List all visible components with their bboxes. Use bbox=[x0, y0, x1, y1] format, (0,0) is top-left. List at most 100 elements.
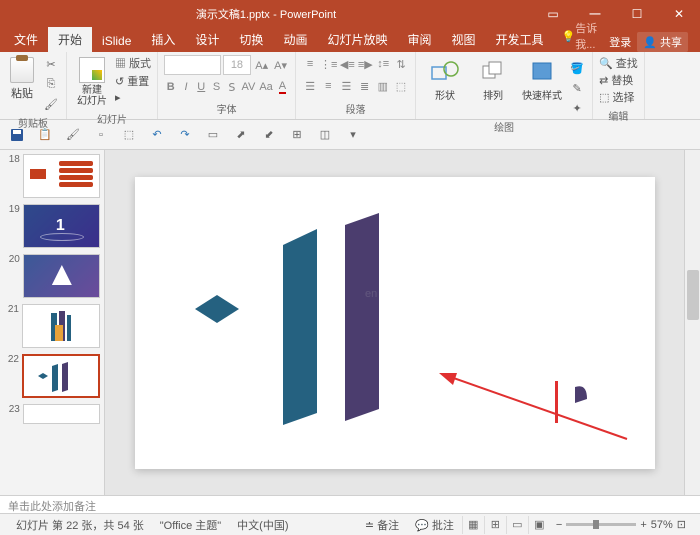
notes-pane[interactable]: 单击此处添加备注 bbox=[0, 495, 700, 513]
align-center-button[interactable]: ≡ bbox=[320, 77, 336, 95]
scrollbar-thumb[interactable] bbox=[687, 270, 699, 320]
shape-teal-bar[interactable] bbox=[283, 229, 317, 425]
shape-effects-button[interactable]: ✦ bbox=[568, 99, 586, 117]
indent-decrease-button[interactable]: ◀≡ bbox=[339, 55, 355, 73]
slide-22[interactable]: en bbox=[135, 177, 655, 469]
shapes-button[interactable]: 形状 bbox=[422, 55, 468, 117]
italic-button[interactable]: I bbox=[179, 78, 192, 96]
shape-diamond[interactable] bbox=[195, 295, 239, 323]
tab-file[interactable]: 文件 bbox=[4, 27, 48, 52]
thumbnail-20[interactable] bbox=[23, 254, 100, 298]
layout-button[interactable]: ▦ 版式 bbox=[115, 55, 151, 71]
language-indicator[interactable]: 中文(中国) bbox=[229, 517, 296, 533]
slide-counter[interactable]: 幻灯片 第 22 张，共 54 张 bbox=[8, 517, 152, 533]
sorter-view-button[interactable]: ⊞ bbox=[484, 516, 506, 534]
thumbnail-18[interactable] bbox=[23, 154, 100, 198]
tab-view[interactable]: 视图 bbox=[441, 27, 485, 52]
smartart-button[interactable]: ⬚ bbox=[393, 77, 409, 95]
reset-button[interactable]: ↺ 重置 bbox=[115, 73, 151, 89]
columns-button[interactable]: ▥ bbox=[375, 77, 391, 95]
char-spacing-button[interactable]: AV bbox=[240, 78, 256, 96]
tab-insert[interactable]: 插入 bbox=[141, 27, 185, 52]
align-qat-button[interactable]: ⊞ bbox=[288, 126, 306, 144]
quick-styles-button[interactable]: 快速样式 bbox=[518, 55, 566, 117]
shape-small-red[interactable] bbox=[555, 381, 558, 423]
normal-view-button[interactable]: ▦ bbox=[462, 516, 484, 534]
paste-qat-button[interactable]: 📋 bbox=[36, 126, 54, 144]
numbering-button[interactable]: ⋮≡ bbox=[320, 55, 337, 73]
undo-button[interactable]: ↶ bbox=[148, 126, 166, 144]
line-spacing-button[interactable]: ↕≡ bbox=[375, 55, 391, 73]
copy-button[interactable]: ⎘ bbox=[42, 75, 60, 93]
align-right-button[interactable]: ☰ bbox=[338, 77, 354, 95]
new-qat-button[interactable]: ▫ bbox=[92, 126, 110, 144]
cut-button[interactable]: ✂ bbox=[42, 55, 60, 73]
strikethrough-button[interactable]: S bbox=[210, 78, 223, 96]
group-qat-button[interactable]: ◫ bbox=[316, 126, 334, 144]
slideshow-view-button[interactable]: ▣ bbox=[528, 516, 550, 534]
zoom-slider[interactable] bbox=[566, 523, 636, 526]
format-painter-button[interactable]: 🖌 bbox=[42, 95, 60, 113]
tab-design[interactable]: 设计 bbox=[185, 27, 229, 52]
thumbnail-23[interactable] bbox=[23, 404, 100, 424]
notes-toggle[interactable]: ≐ 备注 bbox=[357, 517, 407, 533]
shape-outline-button[interactable]: ✎ bbox=[568, 79, 586, 97]
grow-qat-button[interactable]: ⬈ bbox=[232, 126, 250, 144]
shrink-font-button[interactable]: A▾ bbox=[272, 56, 289, 74]
thumbnail-22[interactable] bbox=[22, 354, 100, 398]
underline-button[interactable]: U bbox=[195, 78, 208, 96]
shadow-button[interactable]: 𝖲 bbox=[225, 78, 238, 96]
comments-toggle[interactable]: 💬 批注 bbox=[407, 517, 462, 533]
select-button[interactable]: ⬚选择 bbox=[599, 89, 638, 105]
thumbnail-19[interactable]: 1 bbox=[23, 204, 100, 248]
reading-view-button[interactable]: ▭ bbox=[506, 516, 528, 534]
font-name-box[interactable] bbox=[164, 55, 221, 75]
bold-button[interactable]: B bbox=[164, 78, 177, 96]
tab-transitions[interactable]: 切换 bbox=[229, 27, 273, 52]
arrange-button[interactable]: 排列 bbox=[470, 55, 516, 117]
find-button[interactable]: 🔍查找 bbox=[599, 55, 638, 71]
shape-fill-button[interactable]: 🪣 bbox=[568, 59, 586, 77]
tab-animations[interactable]: 动画 bbox=[273, 27, 317, 52]
shape-small-purple[interactable] bbox=[575, 386, 587, 403]
tab-review[interactable]: 审阅 bbox=[397, 27, 441, 52]
close-button[interactable]: ✕ bbox=[658, 0, 700, 28]
paste-button[interactable]: 粘贴 bbox=[6, 55, 38, 113]
format-painter-qat[interactable]: 🖌 bbox=[64, 126, 82, 144]
slide-thumbnails[interactable]: 18 19 1 20 21 22 23 bbox=[0, 150, 105, 495]
thumbnail-21[interactable] bbox=[22, 304, 100, 348]
login-link[interactable]: 登录 bbox=[609, 34, 631, 50]
indent-increase-button[interactable]: ≡▶ bbox=[357, 55, 373, 73]
new-slide-button[interactable]: 新建 幻灯片 bbox=[73, 55, 111, 109]
bullets-button[interactable]: ≡ bbox=[302, 55, 318, 73]
object-qat-button[interactable]: ⬚ bbox=[120, 126, 138, 144]
change-case-button[interactable]: Aa bbox=[258, 78, 273, 96]
font-color-button[interactable]: A bbox=[276, 78, 289, 96]
zoom-percent[interactable]: 57% bbox=[651, 519, 673, 531]
slide-canvas[interactable]: en bbox=[105, 150, 684, 495]
save-button[interactable] bbox=[8, 126, 26, 144]
shape-purple-bar[interactable] bbox=[345, 213, 379, 421]
vertical-scrollbar[interactable] bbox=[684, 150, 700, 495]
fit-window-button[interactable]: ⊡ bbox=[677, 518, 686, 531]
align-left-button[interactable]: ☰ bbox=[302, 77, 318, 95]
tab-slideshow[interactable]: 幻灯片放映 bbox=[317, 27, 397, 52]
font-size-box[interactable]: 18 bbox=[223, 55, 252, 75]
tab-islide[interactable]: iSlide bbox=[92, 30, 141, 52]
tab-devtools[interactable]: 开发工具 bbox=[486, 27, 554, 52]
slideshow-qat-button[interactable]: ▭ bbox=[204, 126, 222, 144]
redo-button[interactable]: ↷ bbox=[176, 126, 194, 144]
section-button[interactable]: ▸ bbox=[115, 91, 151, 104]
grow-font-button[interactable]: A▴ bbox=[253, 56, 270, 74]
justify-button[interactable]: ≣ bbox=[357, 77, 373, 95]
zoom-out-button[interactable]: − bbox=[556, 519, 562, 531]
tell-me[interactable]: 💡 告诉我... bbox=[554, 20, 610, 52]
share-button[interactable]: 👤 共享 bbox=[637, 32, 688, 52]
zoom-in-button[interactable]: + bbox=[640, 519, 646, 531]
replace-button[interactable]: ⇄替换 bbox=[599, 72, 638, 88]
shrink-qat-button[interactable]: ⬋ bbox=[260, 126, 278, 144]
maximize-button[interactable]: ☐ bbox=[616, 0, 658, 28]
text-direction-button[interactable]: ⇅ bbox=[393, 55, 409, 73]
more-qat-button[interactable]: ▾ bbox=[344, 126, 362, 144]
tab-home[interactable]: 开始 bbox=[48, 27, 92, 52]
